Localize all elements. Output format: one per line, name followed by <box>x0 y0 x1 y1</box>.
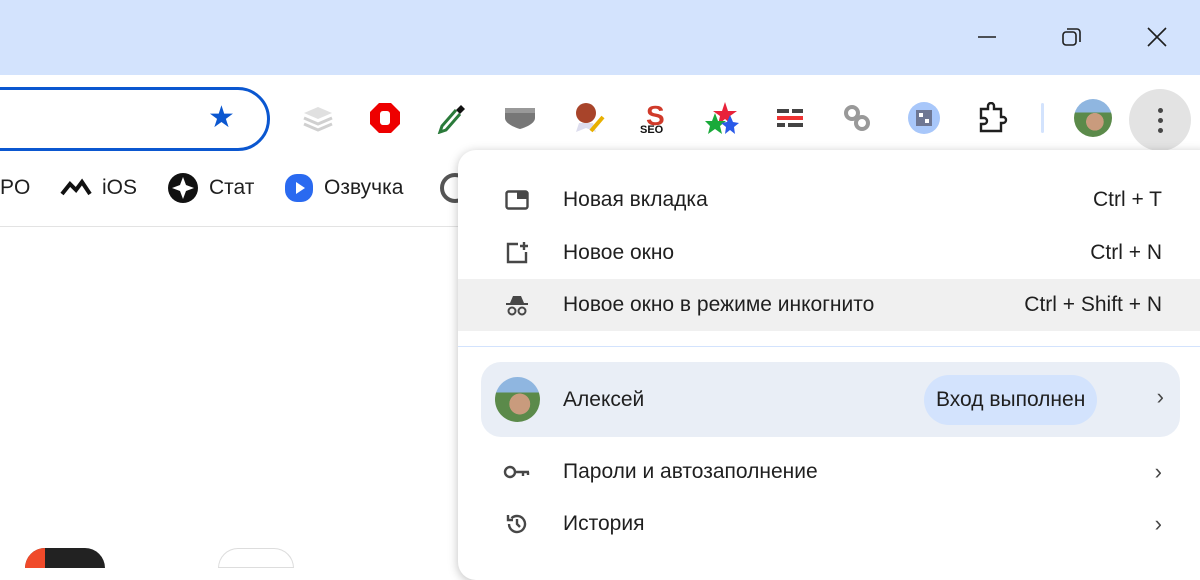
restore-button[interactable] <box>1052 17 1092 57</box>
sync-status-badge: Вход выполнен <box>924 375 1098 425</box>
toolbar-separator <box>1041 103 1044 133</box>
puzzle-extensions-icon[interactable] <box>974 100 1010 136</box>
bookmark-stat[interactable]: Стат <box>167 170 254 206</box>
menu-item-label: История <box>563 512 645 535</box>
bookmark-label: PO <box>0 176 31 199</box>
menu-item-new-tab[interactable]: Новая вкладка Ctrl + T <box>458 174 1200 226</box>
stat-bookmark-icon <box>168 173 198 203</box>
bookmark-label: iOS <box>102 176 138 199</box>
title-bar <box>0 0 1200 75</box>
close-button[interactable] <box>1137 17 1177 57</box>
menu-item-label: Новая вкладка <box>563 188 708 211</box>
bookmark-ozvuchka[interactable]: Озвучка <box>284 170 403 206</box>
eyedropper-extension-icon[interactable] <box>434 100 470 136</box>
profile-avatar[interactable] <box>1074 99 1112 137</box>
menu-item-shortcut: Ctrl + T <box>1092 188 1162 211</box>
menu-button[interactable] <box>1129 89 1191 151</box>
new-window-icon <box>502 238 532 268</box>
link-extension-icon[interactable] <box>839 100 875 136</box>
ozvuchka-bookmark-icon <box>285 174 313 202</box>
menu-item-shortcut: Ctrl + Shift + N <box>1024 293 1162 316</box>
bookmark-label: Стат <box>209 176 255 199</box>
profile-name: Алексей <box>563 388 645 411</box>
seo-extension-icon[interactable]: S SEO <box>637 100 673 136</box>
chevron-right-icon: › <box>1156 384 1164 409</box>
shield-extension-icon[interactable] <box>502 100 538 136</box>
svg-text:SEO: SEO <box>640 124 664 135</box>
ios-bookmark-icon <box>60 178 92 196</box>
menu-item-history[interactable]: История › <box>458 498 1200 550</box>
new-tab-icon <box>502 185 532 215</box>
lines-extension-icon[interactable] <box>772 100 808 136</box>
seal-pencil-extension-icon[interactable] <box>570 100 606 136</box>
kebab-dot <box>1157 127 1163 133</box>
stars-extension-icon[interactable] <box>704 100 740 136</box>
profile-card[interactable]: Алексей Вход выполнен › <box>481 362 1180 437</box>
bookmark-ios[interactable]: iOS <box>60 170 137 206</box>
minimize-button[interactable] <box>967 17 1007 57</box>
minimize-icon <box>978 36 996 38</box>
sync-status-label: Вход выполнен <box>936 388 1086 411</box>
shortcut-tile[interactable] <box>218 548 294 568</box>
qr-extension-icon[interactable] <box>906 100 942 136</box>
bookmark-star-icon[interactable]: ★ <box>208 103 235 133</box>
chevron-right-icon: › <box>1154 459 1162 484</box>
adblock-extension-icon[interactable] <box>367 100 403 136</box>
menu-item-label: Новое окно в режиме инкогнито <box>563 293 875 316</box>
menu-item-label: Пароли и автозаполнение <box>563 460 818 483</box>
menu-item-passwords[interactable]: Пароли и автозаполнение › <box>458 446 1200 498</box>
menu-item-new-window[interactable]: Новое окно Ctrl + N <box>458 227 1200 279</box>
menu-item-incognito[interactable]: Новое окно в режиме инкогнито Ctrl + Shi… <box>458 279 1200 331</box>
bookmark-label: Озвучка <box>324 176 404 199</box>
chevron-right-icon: › <box>1154 511 1162 536</box>
kebab-dot <box>1157 107 1163 113</box>
menu-item-shortcut: Ctrl + N <box>1090 241 1162 264</box>
menu-separator <box>458 346 1200 347</box>
menu-item-label: Новое окно <box>563 241 675 264</box>
bookmark-po[interactable]: PO <box>0 170 30 206</box>
kebab-dot <box>1157 117 1163 123</box>
restore-icon <box>1062 28 1081 46</box>
chrome-menu: Новая вкладка Ctrl + T Новое окно Ctrl +… <box>458 150 1200 580</box>
incognito-icon <box>502 290 532 320</box>
key-icon <box>502 457 532 487</box>
profile-avatar <box>495 377 540 422</box>
close-icon <box>1147 27 1167 47</box>
shortcut-tile[interactable] <box>25 548 105 568</box>
bookmarks-divider <box>0 226 470 227</box>
layers-extension-icon[interactable] <box>300 100 336 136</box>
history-icon <box>502 509 532 539</box>
